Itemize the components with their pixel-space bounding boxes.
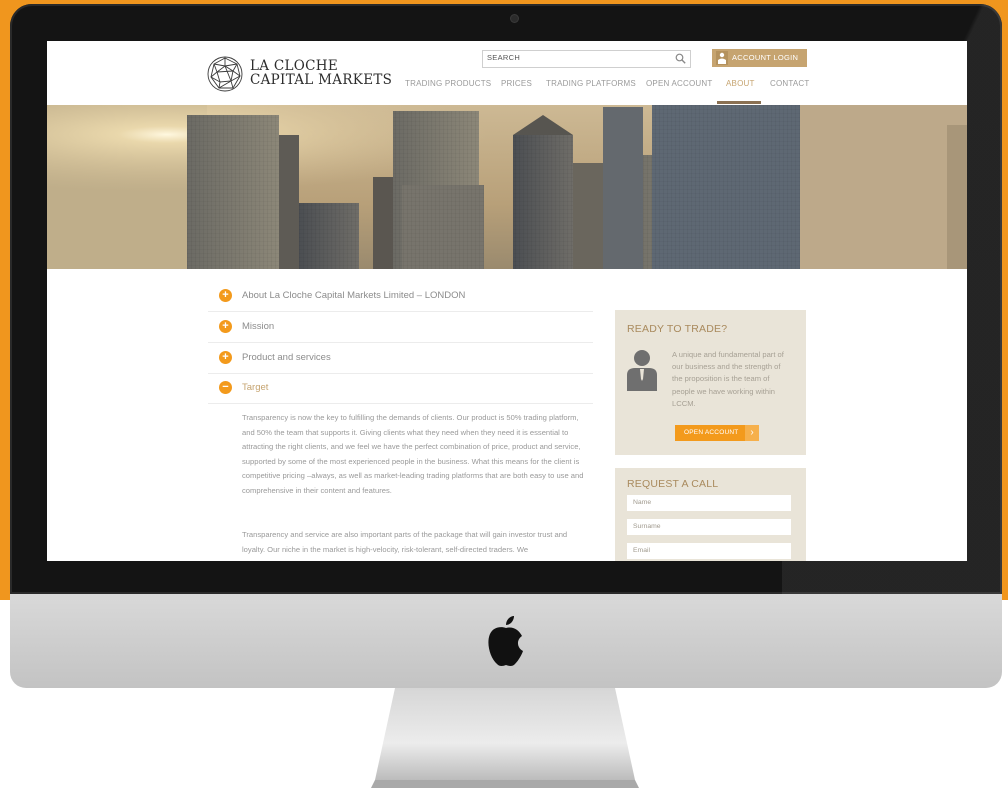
accordion-label[interactable]: Mission <box>242 321 274 332</box>
search-icon[interactable] <box>675 53 686 64</box>
open-account-button[interactable]: OPEN ACCOUNT › <box>675 425 759 441</box>
expand-plus-icon[interactable]: + <box>219 351 232 364</box>
expand-plus-icon[interactable]: + <box>219 320 232 333</box>
target-paragraph-1: Transparency is now the key to fulfillin… <box>242 413 584 495</box>
open-account-label: OPEN ACCOUNT <box>684 429 739 436</box>
user-icon <box>716 51 728 65</box>
accordion-item-products[interactable]: + Product and services <box>208 343 593 374</box>
nav-trading-platforms[interactable]: TRADING PLATFORMS <box>546 79 636 88</box>
accordion-label[interactable]: Product and services <box>242 352 331 363</box>
site-logo[interactable]: LA CLOCHE CAPITAL MARKETS <box>206 55 392 95</box>
expand-plus-icon[interactable]: + <box>219 289 232 302</box>
accordion-item-mission[interactable]: + Mission <box>208 312 593 343</box>
ready-to-trade-panel: READY TO TRADE? A unique and fundamental… <box>615 310 806 455</box>
active-nav-indicator <box>717 101 761 104</box>
ready-description: A unique and fundamental part of our bus… <box>672 350 784 408</box>
brand-line-1: LA CLOCHE <box>250 58 339 74</box>
brand-line-2: CAPITAL MARKETS <box>250 72 393 88</box>
ready-title: READY TO TRADE? <box>627 323 728 335</box>
nav-contact[interactable]: CONTACT <box>770 79 809 88</box>
monitor-stand <box>371 688 639 788</box>
camera-icon <box>511 15 518 22</box>
search-label: SEARCH <box>487 53 521 62</box>
name-field[interactable]: Name <box>627 495 791 511</box>
site-header: LA CLOCHE CAPITAL MARKETS SEARCH ACCOUNT… <box>47 41 967 105</box>
accordion-item-about[interactable]: + About La Cloche Capital Markets Limite… <box>208 281 593 312</box>
nav-about[interactable]: ABOUT <box>726 79 755 88</box>
account-login-label: ACCOUNT LOGIN <box>732 53 799 62</box>
request-call-panel: REQUEST A CALL Name Surname Email <box>615 468 806 561</box>
person-icon <box>627 350 657 391</box>
surname-field[interactable]: Surname <box>627 519 791 535</box>
search-input[interactable]: SEARCH <box>482 50 691 68</box>
geodesic-sphere-icon <box>207 56 243 92</box>
nav-open-account[interactable]: OPEN ACCOUNT <box>646 79 712 88</box>
accordion-label[interactable]: Target <box>242 382 268 393</box>
nav-trading-products[interactable]: TRADING PRODUCTS <box>405 79 491 88</box>
brand-name: LA CLOCHE CAPITAL MARKETS <box>250 59 392 87</box>
browser-viewport: LA CLOCHE CAPITAL MARKETS SEARCH ACCOUNT… <box>47 41 967 561</box>
collapse-minus-icon[interactable]: − <box>219 381 232 394</box>
account-login-button[interactable]: ACCOUNT LOGIN <box>712 49 807 67</box>
target-paragraph-2: Transparency and service are also import… <box>242 530 568 554</box>
accordion-item-target[interactable]: − Target <box>208 373 593 404</box>
apple-logo-icon <box>488 616 523 666</box>
chevron-right-icon: › <box>745 425 759 441</box>
nav-prices[interactable]: PRICES <box>501 79 532 88</box>
request-call-title: REQUEST A CALL <box>627 478 719 490</box>
hero-skyline-image <box>47 105 967 269</box>
accordion-label[interactable]: About La Cloche Capital Markets Limited … <box>242 290 465 301</box>
email-field[interactable]: Email <box>627 543 791 559</box>
